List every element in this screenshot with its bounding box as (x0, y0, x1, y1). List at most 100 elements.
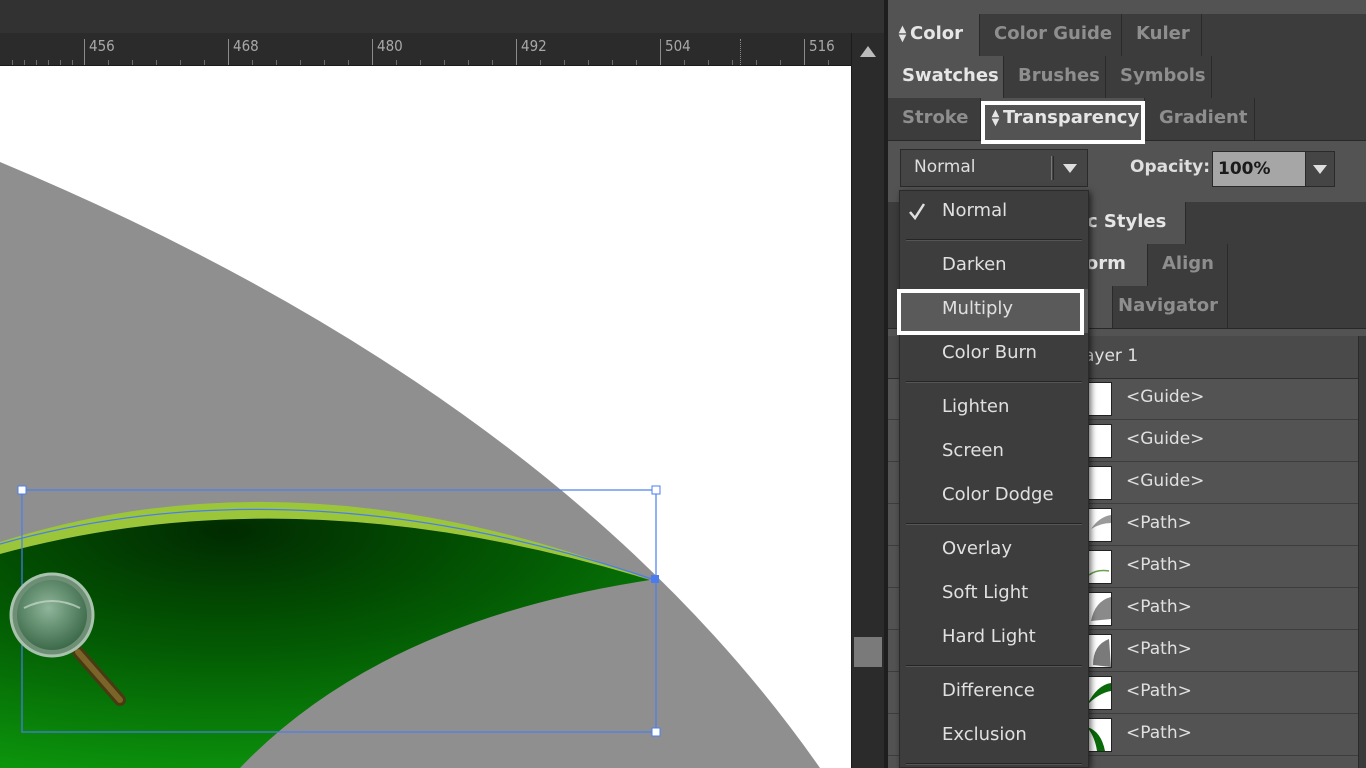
ruler-tick (732, 60, 733, 65)
scrollbar-thumb[interactable] (854, 637, 882, 667)
ruler-tick (108, 60, 109, 65)
ruler-tick (276, 60, 277, 65)
ruler-tick (324, 60, 325, 65)
ruler-tick (828, 60, 829, 65)
menu-divider (906, 381, 1082, 383)
tab-kuler[interactable]: Kuler (1122, 14, 1202, 56)
ruler-tick (252, 60, 253, 65)
opacity-dropdown-button[interactable] (1305, 151, 1335, 187)
ruler-tick (12, 60, 13, 65)
tab-transparency[interactable]: ▲ ▼ Transparency (981, 98, 1145, 140)
ruler-guide-marker (740, 39, 741, 65)
bbox-handle-top-left[interactable] (17, 485, 27, 495)
menu-item-darken[interactable]: Darken (900, 245, 1088, 289)
menu-item-color-dodge[interactable]: Color Dodge (900, 475, 1088, 519)
ruler-tick (24, 60, 25, 65)
checkmark-icon (909, 203, 926, 221)
menu-item-lighten[interactable]: Lighten (900, 387, 1088, 431)
layer-row-label: <Path> (1126, 723, 1192, 743)
menu-item-hard-light[interactable]: Hard Light (900, 617, 1088, 661)
collapse-arrows-icon: ▲ ▼ (991, 108, 1000, 128)
layer-row-label: <Guide> (1126, 429, 1205, 449)
menu-item-overlay[interactable]: Overlay (900, 529, 1088, 573)
ruler-label: 492 (521, 37, 547, 55)
ruler-tick (396, 60, 397, 65)
ruler-label: 504 (665, 37, 691, 55)
ruler-tick (36, 60, 37, 65)
opacity-label: Opacity: (1130, 157, 1211, 177)
ruler-tick (492, 60, 493, 65)
blend-mode-menu: Normal Darken Multiply Color Burn Lighte… (899, 190, 1089, 768)
ruler-tick (780, 60, 781, 65)
menu-item-difference[interactable]: Difference (900, 671, 1088, 715)
ruler-tick (444, 60, 445, 65)
artboard[interactable] (0, 66, 851, 768)
document-tab-strip (0, 0, 851, 33)
ruler-tick (612, 60, 613, 65)
menu-item-label: Normal (942, 200, 1008, 221)
anchor-point[interactable] (651, 575, 659, 583)
tab-navigator[interactable]: Navigator (1104, 286, 1228, 328)
ruler-tick (72, 60, 73, 65)
menu-divider (906, 239, 1082, 241)
ruler-label: 480 (377, 37, 403, 55)
menu-item-normal[interactable]: Normal (900, 191, 1088, 235)
tab-symbols[interactable]: Symbols (1106, 56, 1212, 98)
horizontal-ruler[interactable]: 456 468 480 492 504 516 (0, 33, 851, 66)
layers-scrollbar[interactable] (1358, 336, 1366, 768)
ruler-tick (540, 60, 541, 65)
tab-brushes[interactable]: Brushes (1004, 56, 1106, 98)
menu-item-exclusion[interactable]: Exclusion (900, 715, 1088, 759)
menu-item-color-burn[interactable]: Color Burn (900, 333, 1088, 377)
select-divider (1051, 156, 1054, 180)
ruler-tick (756, 60, 757, 65)
ruler-tick (60, 60, 61, 65)
scroll-up-arrow-icon[interactable] (860, 46, 876, 57)
canvas-area[interactable]: 456 468 480 492 504 516 (0, 0, 851, 768)
ruler-label: 468 (233, 37, 259, 55)
tab-align[interactable]: Align (1148, 244, 1228, 286)
ruler-tick (204, 60, 205, 65)
tab-stroke[interactable]: Stroke (888, 98, 981, 140)
bbox-handle-right-bottom[interactable] (651, 727, 661, 737)
tab-row-transparency: Stroke ▲ ▼ Transparency Gradient (888, 98, 1366, 141)
tab-row-color: ▲ ▼ Color Color Guide Kuler (888, 14, 1366, 57)
tab-color-label: Color (910, 23, 963, 44)
ruler-major-tick (84, 39, 85, 65)
blend-mode-select[interactable]: Normal (900, 149, 1088, 187)
tab-gradient[interactable]: Gradient (1145, 98, 1255, 140)
tab-swatches[interactable]: Swatches (888, 56, 1004, 98)
layer-row-label: <Path> (1126, 597, 1192, 617)
ruler-tick (564, 60, 565, 65)
vertical-scrollbar[interactable] (851, 33, 884, 768)
ruler-tick (156, 60, 157, 65)
layer-row-label: <Path> (1126, 681, 1192, 701)
layer-row-label: <Guide> (1126, 471, 1205, 491)
opacity-input[interactable]: 100% (1212, 151, 1306, 187)
ruler-major-tick (372, 39, 373, 65)
chevron-down-icon[interactable] (1063, 164, 1077, 173)
bbox-handle-top-right[interactable] (651, 485, 661, 495)
menu-item-soft-light[interactable]: Soft Light (900, 573, 1088, 617)
tab-transparency-label: Transparency (1003, 107, 1140, 128)
blend-mode-value: Normal (914, 157, 976, 177)
ruler-major-tick (660, 39, 661, 65)
layer-row-label: <Guide> (1126, 387, 1205, 407)
tab-color[interactable]: ▲ ▼ Color (888, 14, 980, 56)
layer-row-label: <Path> (1126, 513, 1192, 533)
ruler-tick (48, 60, 49, 65)
collapse-arrows-icon: ▲ ▼ (898, 24, 907, 44)
ruler-tick (588, 60, 589, 65)
menu-item-screen[interactable]: Screen (900, 431, 1088, 475)
ruler-tick (348, 60, 349, 65)
ruler-tick (132, 60, 133, 65)
ruler-tick (708, 60, 709, 65)
tab-row-swatches: Swatches Brushes Symbols (888, 56, 1366, 99)
tab-color-guide[interactable]: Color Guide (980, 14, 1122, 56)
opacity-value: 100% (1218, 159, 1271, 179)
ruler-tick (636, 60, 637, 65)
ruler-major-tick (516, 39, 517, 65)
menu-item-multiply[interactable]: Multiply (900, 289, 1088, 333)
menu-divider (906, 763, 1082, 765)
chevron-down-icon (1313, 165, 1327, 174)
